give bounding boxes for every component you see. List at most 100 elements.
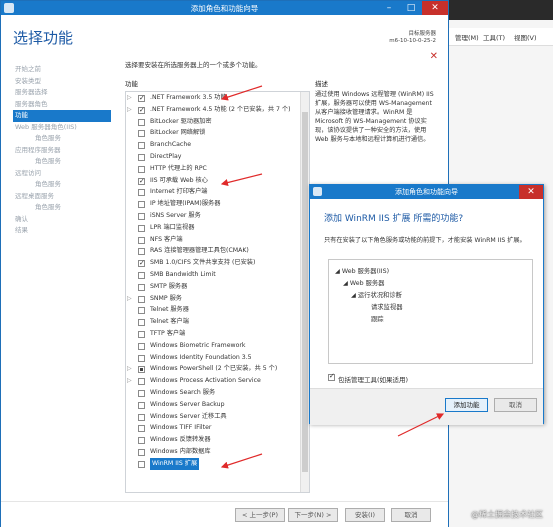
feature-row[interactable]: HTTP 代理上的 RPC — [126, 163, 309, 175]
cancel-button[interactable]: 取消 — [391, 508, 431, 522]
feature-checkbox[interactable] — [138, 342, 145, 350]
nav-item[interactable]: 应用程序服务器 — [13, 145, 111, 157]
nav-item[interactable]: 角色服务 — [13, 133, 111, 145]
nav-item[interactable]: 角色服务 — [13, 179, 111, 191]
feature-row[interactable]: ▷ Windows PowerShell (2 个已安装，共 5 个) — [126, 363, 309, 375]
nav-item[interactable]: 安装类型 — [13, 76, 111, 88]
feature-checkbox[interactable] — [138, 389, 145, 397]
feature-checkbox[interactable] — [138, 271, 145, 279]
feature-row[interactable]: ▷ SNMP 服务 — [126, 293, 309, 305]
nav-item[interactable]: Web 服务器角色(IIS) — [13, 122, 111, 134]
nav-item[interactable]: 服务器角色 — [13, 99, 111, 111]
nav-item[interactable]: 确认 — [13, 214, 111, 226]
feature-row[interactable]: ▷ .NET Framework 4.5 功能 (2 个已安装，共 7 个) — [126, 104, 309, 117]
menu-manage[interactable]: 管理(M) — [455, 32, 479, 42]
nav-item[interactable]: 远程桌面服务 — [13, 191, 111, 203]
feature-checkbox[interactable] — [138, 295, 145, 303]
nav-item[interactable]: 服务器选择 — [13, 87, 111, 99]
feature-checkbox[interactable] — [138, 366, 145, 374]
feature-row[interactable]: IP 地址管理(IPAM)服务器 — [126, 198, 309, 210]
feature-row[interactable]: Telnet 客户端 — [126, 316, 309, 328]
feature-list[interactable]: ▷ .NET Framework 3.5 功能 ▷ .NET Framework 4.… — [125, 91, 310, 493]
feature-row[interactable]: RAS 连接管理器管理工具包(CMAK) — [126, 245, 309, 257]
expand-icon[interactable]: ▷ — [127, 375, 133, 387]
nav-item[interactable]: 开始之前 — [13, 64, 111, 76]
menu-view[interactable]: 视图(V) — [514, 32, 537, 42]
feature-row[interactable]: SMB 1.0/CIFS 文件共享支持 (已安装) — [126, 257, 309, 270]
feature-row[interactable]: Windows TIFF IFilter — [126, 422, 309, 434]
feature-checkbox[interactable] — [138, 176, 145, 187]
feature-row[interactable]: iSNS Server 服务 — [126, 210, 309, 222]
feature-row[interactable]: Windows Biometric Framework — [126, 340, 309, 352]
feature-checkbox[interactable] — [138, 460, 145, 468]
feature-checkbox[interactable] — [138, 330, 145, 338]
install-button[interactable]: 安装(I) — [345, 508, 385, 522]
feature-checkbox[interactable] — [138, 437, 145, 445]
expand-icon[interactable]: ▷ — [127, 92, 133, 104]
feature-checkbox[interactable] — [138, 425, 145, 433]
feature-row[interactable]: TFTP 客户端 — [126, 328, 309, 340]
feature-row[interactable]: SMTP 服务器 — [126, 281, 309, 293]
required-features-tree[interactable]: ◢ Web 服务器(IIS) ◢ Web 服务器 ◢ 运行状况和诊断 请求监视器… — [328, 259, 533, 364]
minimize-icon[interactable]: – — [378, 1, 400, 15]
include-tools-checkbox[interactable] — [328, 372, 335, 381]
feature-row[interactable]: BitLocker 网络解锁 — [126, 127, 309, 139]
feature-checkbox[interactable] — [138, 319, 145, 327]
expand-icon[interactable]: ▷ — [127, 104, 133, 116]
feature-checkbox[interactable] — [138, 93, 145, 105]
feature-row[interactable]: IIS 可承载 Web 核心 — [126, 175, 309, 187]
feature-checkbox[interactable] — [138, 248, 145, 256]
menu-tools[interactable]: 工具(T) — [483, 32, 505, 42]
feature-checkbox[interactable] — [138, 118, 145, 126]
nav-item[interactable]: 远程访问 — [13, 168, 111, 180]
feature-row[interactable]: SMB Bandwidth Limit — [126, 269, 309, 281]
feature-row[interactable]: ▷ Windows Process Activation Service — [126, 375, 309, 387]
feature-row[interactable]: BitLocker 驱动器加密 — [126, 116, 309, 128]
expand-icon[interactable]: ▷ — [127, 293, 133, 305]
feature-checkbox[interactable] — [138, 283, 145, 291]
wizard-title-bar[interactable]: 添加角色和功能向导 – □ ✕ — [1, 1, 448, 15]
feature-checkbox[interactable] — [138, 142, 145, 150]
feature-checkbox[interactable] — [138, 448, 145, 456]
feature-checkbox[interactable] — [138, 105, 145, 117]
feature-checkbox[interactable] — [138, 378, 145, 386]
feature-checkbox[interactable] — [138, 224, 145, 232]
feature-row[interactable]: ▷ .NET Framework 3.5 功能 — [126, 92, 309, 105]
feature-row[interactable]: Windows Search 服务 — [126, 387, 309, 399]
scrollbar-thumb[interactable] — [302, 112, 308, 472]
feature-checkbox[interactable] — [138, 401, 145, 409]
feature-list-scrollbar[interactable] — [300, 92, 309, 492]
feature-row[interactable]: BranchCache — [126, 139, 309, 151]
nav-item[interactable]: 功能 — [13, 110, 111, 122]
maximize-icon[interactable]: □ — [400, 1, 422, 15]
feature-row[interactable]: Windows Server Backup — [126, 399, 309, 411]
feature-checkbox[interactable] — [138, 130, 145, 138]
feature-checkbox[interactable] — [138, 201, 145, 209]
feature-checkbox[interactable] — [138, 153, 145, 161]
nav-item[interactable]: 角色服务 — [13, 156, 111, 168]
feature-checkbox[interactable] — [138, 212, 145, 220]
prev-button[interactable]: < 上一步(P) — [235, 508, 285, 522]
feature-row[interactable]: Telnet 服务器 — [126, 304, 309, 316]
feature-checkbox[interactable] — [138, 413, 145, 421]
dialog-close-icon[interactable]: ✕ — [519, 185, 543, 199]
feature-row[interactable]: LPR 端口监视器 — [126, 222, 309, 234]
feature-row[interactable]: Windows 内部数据库 — [126, 446, 309, 458]
nav-item[interactable]: 角色服务 — [13, 202, 111, 214]
add-features-button[interactable]: 添加功能 — [445, 398, 488, 412]
feature-row[interactable]: Windows Server 迁移工具 — [126, 411, 309, 423]
feature-checkbox[interactable] — [138, 236, 145, 244]
feature-row[interactable]: NFS 客户端 — [126, 234, 309, 246]
feature-checkbox[interactable] — [138, 307, 145, 315]
close-icon[interactable]: ✕ — [422, 1, 448, 15]
feature-row[interactable]: Internet 打印客户端 — [126, 186, 309, 198]
feature-row[interactable]: Windows Identity Foundation 3.5 — [126, 352, 309, 364]
feature-row[interactable]: WinRM IIS 扩展 — [126, 457, 309, 470]
nav-item[interactable]: 结果 — [13, 225, 111, 237]
feature-checkbox[interactable] — [138, 189, 145, 197]
next-button[interactable]: 下一步(N) > — [288, 508, 338, 522]
feature-checkbox[interactable] — [138, 354, 145, 362]
feature-checkbox[interactable] — [138, 258, 145, 270]
dialog-title-bar[interactable]: 添加角色和功能向导 ✕ — [310, 185, 543, 199]
feature-checkbox[interactable] — [138, 165, 145, 173]
